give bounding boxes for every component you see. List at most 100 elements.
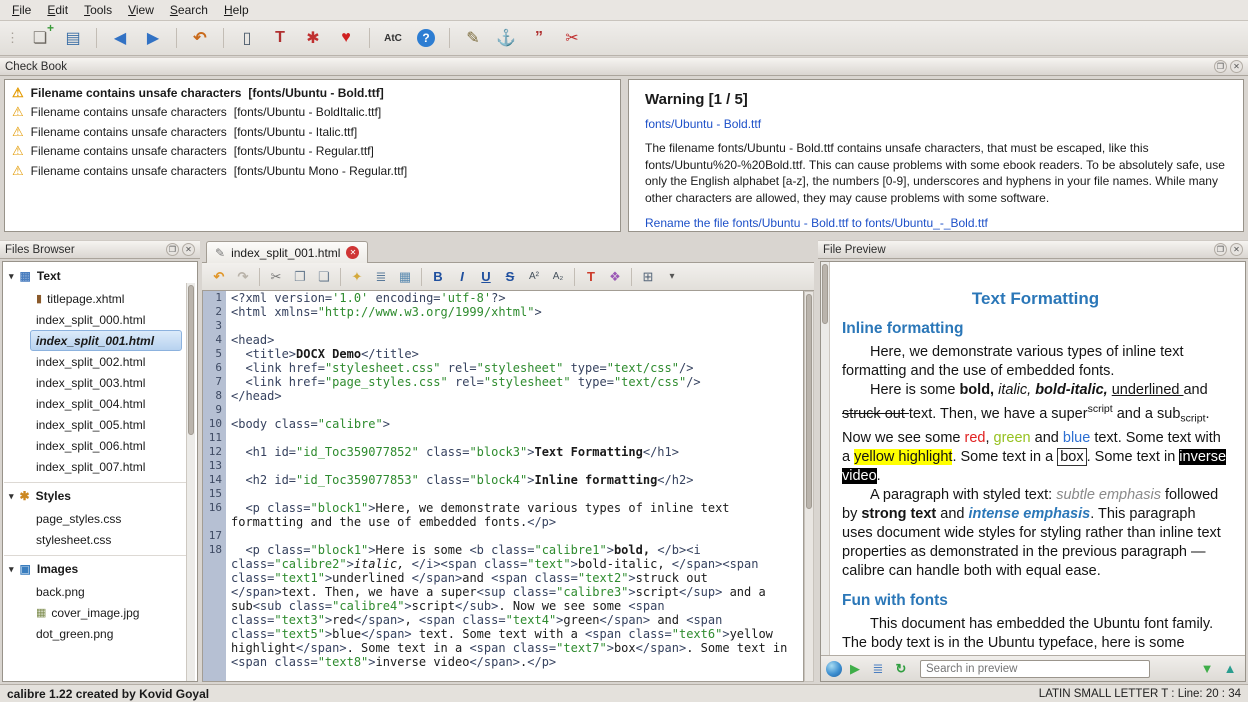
italic-button[interactable]: I [451, 266, 473, 288]
menu-view[interactable]: View [120, 1, 162, 19]
open-books-icon-glyph: ≣ [873, 661, 884, 677]
collapse-arrow-icon[interactable]: ▾ [9, 564, 14, 575]
file-item[interactable]: index_split_005.html [30, 414, 182, 435]
rename-file-link[interactable]: Rename the file fonts/Ubuntu - Bold.ttf … [645, 216, 1227, 230]
file-name: index_split_002.html [36, 355, 145, 369]
file-item[interactable]: dot_green.png [30, 623, 182, 644]
scrollbar-thumb[interactable] [822, 264, 828, 324]
editor-scrollbar[interactable] [804, 291, 814, 682]
file-item[interactable]: ▮titlepage.xhtml [30, 288, 182, 309]
cut-icon[interactable]: ✂ [265, 266, 287, 288]
text-color-button[interactable]: T [580, 266, 602, 288]
help-icon[interactable]: ? [417, 29, 435, 47]
forward-icon[interactable]: ▶ [140, 25, 166, 51]
subscript-button[interactable]: A₂ [547, 266, 569, 288]
paste-icon[interactable]: ❏ [313, 266, 335, 288]
undo-icon[interactable]: ↶ [187, 25, 213, 51]
scrollbar-thumb[interactable] [806, 294, 812, 509]
strike-button[interactable]: S [499, 266, 521, 288]
bold-button[interactable]: B [427, 266, 449, 288]
section-header-text[interactable]: ▾▦Text [4, 264, 186, 288]
reload-icon[interactable]: ↻ [891, 659, 911, 679]
file-item[interactable]: index_split_002.html [30, 351, 182, 372]
warning-row[interactable]: ⚠Filename contains unsafe characters[fon… [7, 103, 618, 123]
file-item[interactable]: ▦cover_image.jpg [30, 602, 182, 623]
underline-button[interactable]: U [475, 266, 497, 288]
warning-row[interactable]: ⚠Filename contains unsafe characters[fon… [7, 83, 618, 103]
back-icon[interactable]: ◀ [107, 25, 133, 51]
file-item[interactable]: page_styles.css [30, 508, 182, 529]
file-item[interactable]: stylesheet.css [30, 529, 182, 550]
preview-scrollbar[interactable] [821, 262, 830, 655]
file-item[interactable]: index_split_004.html [30, 393, 182, 414]
insert-list-icon[interactable]: ≣ [370, 266, 392, 288]
undo-icon-glyph: ↶ [193, 28, 206, 48]
section-header-styles[interactable]: ▾✱Styles [4, 484, 186, 508]
menu-search[interactable]: Search [162, 1, 216, 19]
warning-row[interactable]: ⚠Filename contains unsafe characters[fon… [7, 142, 618, 162]
preview-search-input[interactable] [920, 660, 1150, 678]
superscript-button[interactable]: A² [523, 266, 545, 288]
file-item[interactable]: index_split_003.html [30, 372, 182, 393]
tab-index-split-001[interactable]: ✎ index_split_001.html ✕ [206, 241, 368, 263]
toolbar-separator [176, 28, 177, 48]
arrange-icon[interactable]: ⚓ [493, 25, 519, 51]
scrollbar-thumb[interactable] [188, 285, 194, 435]
undock-icon[interactable]: ❐ [1214, 60, 1227, 73]
files-scrollbar[interactable] [186, 283, 195, 681]
file-item[interactable]: index_split_006.html [30, 435, 182, 456]
insert-list-icon-glyph: ≣ [376, 269, 387, 285]
preview-content[interactable]: Text Formatting Inline formatting Here, … [830, 262, 1245, 655]
tab-close-icon[interactable]: ✕ [346, 246, 359, 259]
copy-icon[interactable]: ❐ [289, 266, 311, 288]
device-preview-icon[interactable]: ▯ [234, 25, 260, 51]
new-file-icon[interactable]: ❏+ [27, 25, 53, 51]
warning-row[interactable]: ⚠Filename contains unsafe characters[fon… [7, 122, 618, 142]
menu-tools[interactable]: Tools [76, 1, 120, 19]
background-color-button[interactable]: ❖ [604, 266, 626, 288]
undock-icon[interactable]: ❐ [1214, 243, 1227, 256]
menu-help[interactable]: Help [216, 1, 257, 19]
refresh-preview-icon[interactable]: ▶ [845, 659, 865, 679]
file-item[interactable]: index_split_000.html [30, 309, 182, 330]
remove-unused-css-icon[interactable]: ✂ [559, 25, 585, 51]
warning-icon: ⚠ [12, 104, 24, 120]
beautify-icon[interactable]: ✎ [460, 25, 486, 51]
donate-icon[interactable]: ♥ [333, 25, 359, 51]
section-header-images[interactable]: ▾▣Images [4, 557, 186, 581]
check-book-icon[interactable]: ✱ [300, 25, 326, 51]
warning-row[interactable]: ⚠Filename contains unsafe characters[fon… [7, 161, 618, 181]
live-preview-icon[interactable] [826, 661, 842, 677]
find-previous-icon[interactable]: ▲ [1220, 659, 1240, 679]
insert-image-icon[interactable]: ▦ [394, 266, 416, 288]
code-editor[interactable]: 1<?xml version='1.0' encoding='utf-8'?>2… [202, 291, 804, 682]
collapse-arrow-icon[interactable]: ▾ [9, 271, 14, 282]
file-item[interactable]: index_split_007.html [30, 456, 182, 477]
spellcheck-icon[interactable]: AtC [380, 25, 406, 51]
find-next-icon[interactable]: ▼ [1197, 659, 1217, 679]
warning-file-link[interactable]: fonts/Ubuntu - Bold.ttf [645, 117, 1227, 131]
check-details-panel: Warning [1 / 5] fonts/Ubuntu - Bold.ttf … [628, 79, 1244, 232]
redo-icon[interactable]: ↷ [232, 266, 254, 288]
file-item[interactable]: back.png [30, 581, 182, 602]
menu-file[interactable]: File [4, 1, 39, 19]
close-icon[interactable]: ✕ [182, 243, 195, 256]
undock-icon[interactable]: ❐ [166, 243, 179, 256]
toolbar-overflow-icon[interactable]: ▾ [661, 266, 683, 288]
preview-text: . Some text in [1087, 449, 1180, 465]
collapse-arrow-icon[interactable]: ▾ [9, 491, 14, 502]
smarten-punctuation-icon[interactable]: ” [526, 25, 552, 51]
close-icon[interactable]: ✕ [1230, 243, 1243, 256]
beautify-icon[interactable]: ✦ [346, 266, 368, 288]
undo-icon[interactable]: ↶ [208, 266, 230, 288]
files-browser-titlebar: Files Browser ❐ ✕ [0, 240, 200, 259]
menu-edit[interactable]: Edit [39, 1, 76, 19]
save-icon[interactable]: ▤ [60, 25, 86, 51]
edit-toc-icon[interactable]: T [267, 25, 293, 51]
insert-table-icon[interactable]: ⊞ [637, 266, 659, 288]
open-books-icon[interactable]: ≣ [868, 659, 888, 679]
code-line: 13 [203, 459, 803, 473]
line-number: 16 [203, 501, 226, 515]
file-item[interactable]: index_split_001.html [30, 330, 182, 351]
close-icon[interactable]: ✕ [1230, 60, 1243, 73]
